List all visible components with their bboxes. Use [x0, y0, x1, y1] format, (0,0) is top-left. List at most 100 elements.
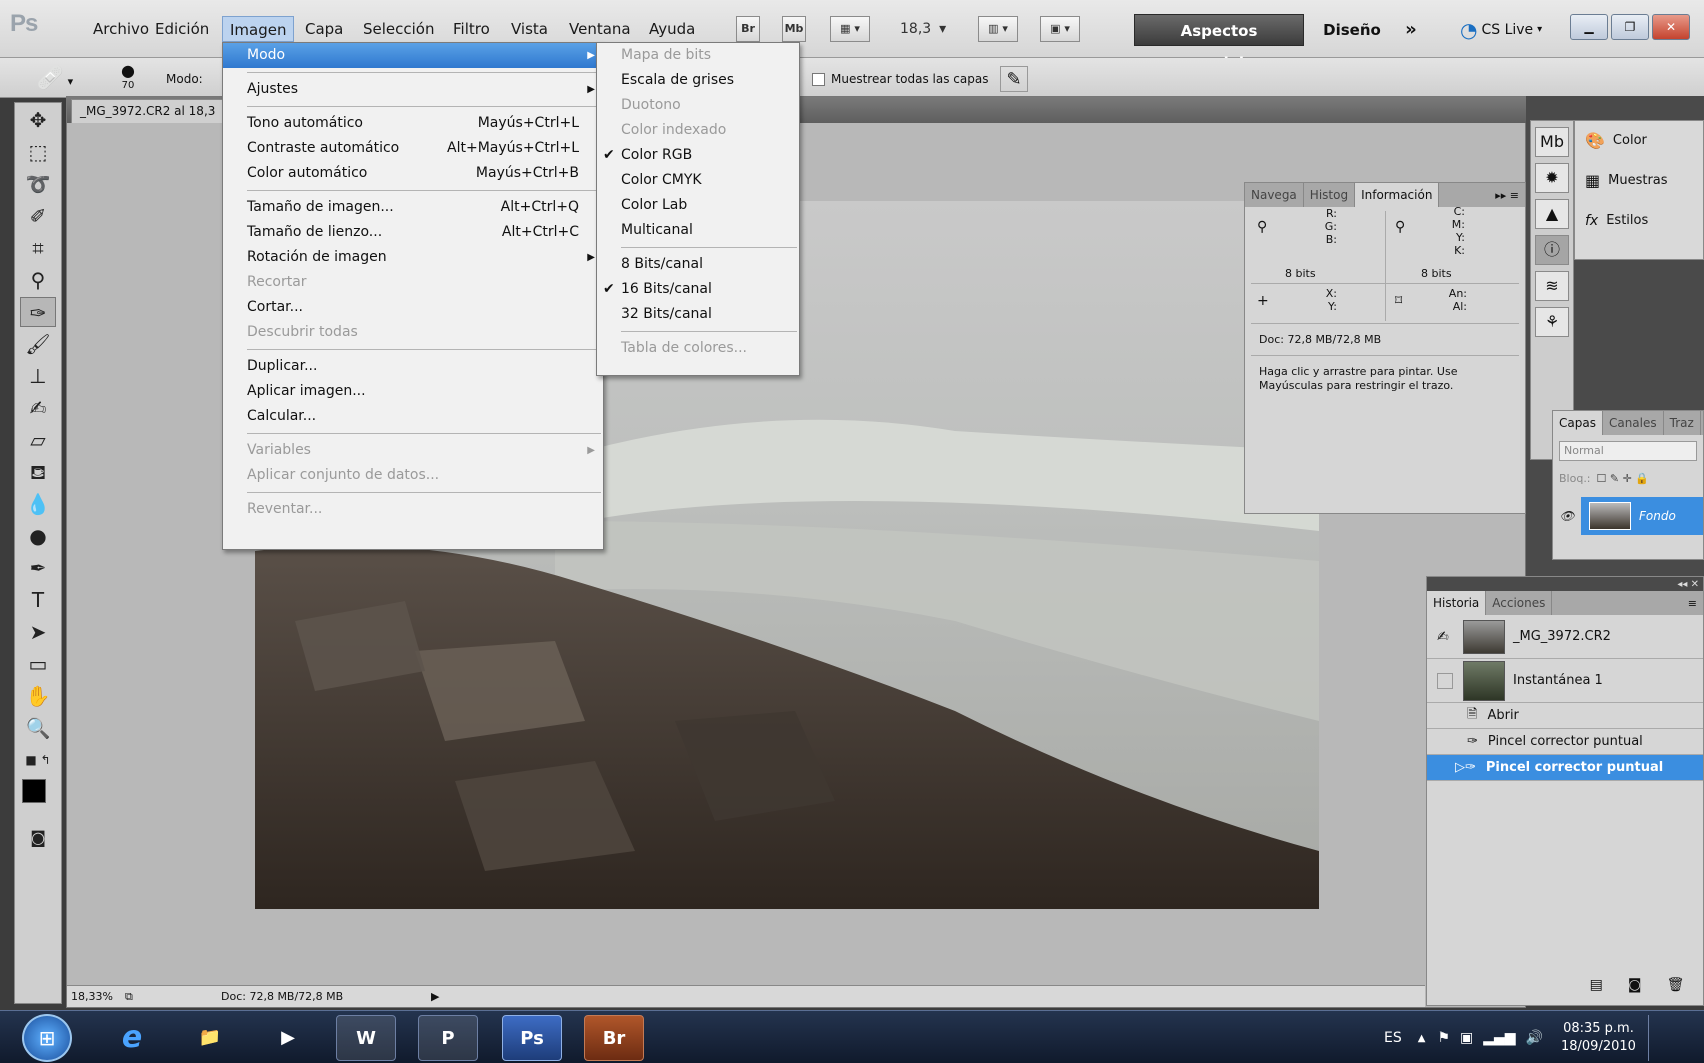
brush-picker[interactable]: ● 70 — [100, 62, 156, 96]
extras-button[interactable]: ▦ ▾ — [830, 16, 870, 42]
histogram-panel-icon[interactable]: ▲ — [1535, 199, 1569, 229]
arrange-docs-button[interactable]: ▥ ▾ — [978, 16, 1018, 42]
menu-ventana[interactable]: Ventana — [562, 16, 638, 42]
menu-item-contraste-automatico[interactable]: Contraste automático Alt+Mayús+Ctrl+L — [223, 136, 603, 161]
menu-item-calcular[interactable]: Calcular... — [223, 404, 603, 429]
menu-item-aplicar-imagen[interactable]: Aplicar imagen... — [223, 379, 603, 404]
menu-item-8-bits[interactable]: 8 Bits/canal — [597, 252, 799, 277]
menu-item-rotacion-imagen[interactable]: Rotación de imagen ▶ — [223, 245, 603, 270]
history-snapshot-source[interactable]: ✍ _MG_3972.CR2 — [1427, 615, 1703, 659]
zoom-tool[interactable]: 🔍 — [20, 713, 56, 743]
document-tab[interactable]: _MG_3972.CR2 al 18,3 — [71, 99, 223, 123]
sample-all-layers-checkbox[interactable] — [812, 72, 825, 86]
taskbar-explorer[interactable]: 📁 — [180, 1015, 240, 1061]
close-button[interactable]: ✕ — [1652, 14, 1690, 40]
menu-imagen[interactable]: Imagen — [222, 16, 295, 42]
pen-tool[interactable]: ✒ — [20, 553, 56, 583]
minibridge-button[interactable]: Mb — [782, 16, 806, 42]
panel-menu-button[interactable]: ▸▸ ≡ — [1495, 189, 1525, 202]
tab-trazados[interactable]: Traz — [1664, 411, 1701, 435]
tab-navegador[interactable]: Navega — [1245, 183, 1304, 207]
type-tool[interactable]: T — [20, 585, 56, 615]
menu-item-tamano-lienzo[interactable]: Tamaño de lienzo... Alt+Ctrl+C — [223, 220, 603, 245]
eyedropper-tool[interactable]: ⚲ — [20, 265, 56, 295]
blur-tool[interactable]: 💧 — [20, 489, 56, 519]
menu-item-color-automatico[interactable]: Color automático Mayús+Ctrl+B — [223, 161, 603, 186]
taskbar-word[interactable]: W — [336, 1015, 396, 1061]
panel-styles[interactable]: fx Estilos — [1575, 201, 1703, 241]
restore-button[interactable]: ❐ — [1611, 14, 1649, 40]
tab-histograma[interactable]: Histog — [1304, 183, 1356, 207]
minibridge-panel-icon[interactable]: Mb — [1535, 127, 1569, 157]
clone-source-panel-icon[interactable]: ⚘ — [1535, 307, 1569, 337]
menu-ayuda[interactable]: Ayuda — [642, 16, 702, 42]
navigator-panel-icon[interactable]: ✹ — [1535, 163, 1569, 193]
more-workspaces-button[interactable]: » — [1396, 14, 1426, 46]
menu-archivo[interactable]: Archivo — [86, 16, 156, 42]
device-icon[interactable]: ▣ — [1460, 1030, 1473, 1046]
blend-mode-select[interactable]: Normal — [1559, 441, 1697, 461]
menu-item-duplicar[interactable]: Duplicar... — [223, 354, 603, 379]
marquee-tool[interactable]: ⬚ — [20, 137, 56, 167]
tab-historia[interactable]: Historia — [1427, 591, 1487, 615]
menu-edicion[interactable]: Edición — [148, 16, 216, 42]
clock[interactable]: 08:35 p.m. 18/09/2010 — [1561, 1020, 1636, 1056]
swap-colors-button[interactable]: ■ ↰ — [20, 745, 56, 775]
screen-mode-button[interactable]: ▣ ▾ — [1040, 16, 1080, 42]
history-step[interactable]: 🗎 Abrir — [1427, 703, 1703, 729]
show-hidden-icons-button[interactable]: ▲ — [1418, 1033, 1426, 1044]
history-source-box[interactable] — [1437, 672, 1453, 689]
lock-icons[interactable]: ☐ ✎ ✛ 🔒 — [1597, 472, 1649, 485]
language-indicator[interactable]: ES — [1384, 1030, 1402, 1046]
menu-item-escala-grises[interactable]: Escala de grises — [597, 68, 799, 93]
tab-capas[interactable]: Capas — [1553, 411, 1603, 435]
pressure-button[interactable]: ✎ — [1000, 66, 1028, 92]
history-step-selected[interactable]: ▷✑ Pincel corrector puntual — [1427, 755, 1703, 781]
cs-live-button[interactable]: ◔ CS Live ▾ — [1460, 14, 1560, 46]
sample-all-layers-option[interactable]: Muestrear todas las capas — [812, 66, 988, 92]
move-tool[interactable]: ✥ — [20, 105, 56, 135]
menu-filtro[interactable]: Filtro — [446, 16, 497, 42]
status-arrow-button[interactable]: ▶ — [431, 990, 451, 1003]
menu-capa[interactable]: Capa — [298, 16, 350, 42]
tab-informacion[interactable]: Información — [1355, 183, 1440, 207]
menu-item-ajustes[interactable]: Ajustes ▶ — [223, 77, 603, 102]
status-menu-button[interactable]: ⧉ — [125, 990, 221, 1004]
network-icon[interactable]: ▂▄▆ — [1483, 1030, 1515, 1046]
tab-acciones[interactable]: Acciones — [1486, 591, 1553, 615]
foreground-color-swatch[interactable] — [22, 779, 46, 803]
menu-vista[interactable]: Vista — [504, 16, 555, 42]
menu-item-color-rgb[interactable]: ✔ Color RGB — [597, 143, 799, 168]
zoom-dropdown[interactable]: 18,3 ▾ — [900, 16, 946, 42]
panel-swatches[interactable]: ▦ Muestras — [1575, 161, 1703, 201]
panel-collapse-bar[interactable]: ◂◂ ✕ — [1427, 577, 1703, 591]
zoom-status[interactable]: 18,33% — [67, 990, 125, 1003]
lasso-tool[interactable]: ➰ — [20, 169, 56, 199]
brush-settings-panel-icon[interactable]: ≋ — [1535, 271, 1569, 301]
menu-item-modo[interactable]: Modo ▶ — [223, 43, 603, 68]
path-selection-tool[interactable]: ➤ — [20, 617, 56, 647]
history-snapshot-1[interactable]: Instantánea 1 — [1427, 659, 1703, 703]
trash-icon[interactable]: 🗑 — [1667, 977, 1685, 993]
taskbar-powerpoint[interactable]: P — [418, 1015, 478, 1061]
workspace-design-button[interactable]: Diseño — [1320, 14, 1384, 46]
shape-tool[interactable]: ▭ — [20, 649, 56, 679]
action-center-icon[interactable]: ⚑ — [1437, 1030, 1450, 1046]
spot-healing-tool[interactable]: ✑ — [20, 297, 56, 327]
start-button[interactable]: ⊞ — [22, 1014, 72, 1062]
taskbar-ie[interactable]: e — [102, 1015, 162, 1061]
layer-row-fondo[interactable]: 👁 Fondo — [1553, 497, 1703, 535]
tab-canales[interactable]: Canales — [1603, 411, 1664, 435]
info-panel-icon[interactable]: ⓘ — [1535, 235, 1569, 265]
menu-item-color-cmyk[interactable]: Color CMYK — [597, 168, 799, 193]
menu-item-tamano-imagen[interactable]: Tamaño de imagen... Alt+Ctrl+Q — [223, 195, 603, 220]
quick-selection-tool[interactable]: ✐ — [20, 201, 56, 231]
panel-menu-button[interactable]: ≡ — [1688, 597, 1703, 610]
history-brush-tool[interactable]: ✍ — [20, 393, 56, 423]
eye-icon[interactable]: 👁 — [1553, 497, 1581, 535]
menu-item-16-bits[interactable]: ✔ 16 Bits/canal — [597, 277, 799, 302]
show-desktop-button[interactable] — [1647, 1015, 1662, 1061]
panel-color[interactable]: 🎨 Color — [1575, 121, 1703, 161]
new-document-from-state-button[interactable]: ▤ — [1590, 977, 1603, 993]
volume-icon[interactable]: 🔊 — [1526, 1030, 1543, 1046]
